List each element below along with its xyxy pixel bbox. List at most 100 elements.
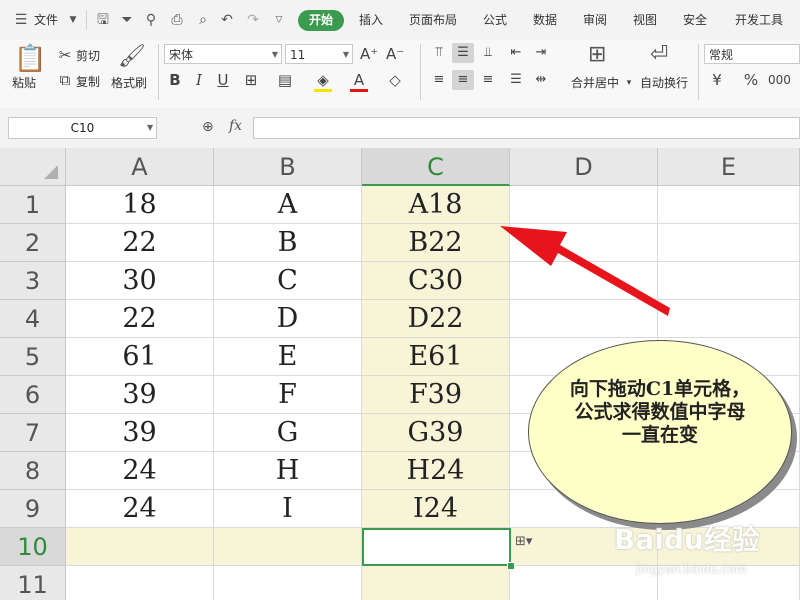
tab-start[interactable]: 开始 — [298, 10, 344, 31]
align-bottom-icon[interactable]: ⫫ — [477, 43, 499, 63]
redo-icon[interactable]: ↷ — [244, 11, 262, 29]
hamburger-icon[interactable]: ☰ — [12, 11, 30, 29]
cell-d2[interactable] — [510, 224, 658, 262]
font-name-select[interactable]: 宋体 ▼ — [164, 44, 282, 64]
wrap-text-icon[interactable]: ⏎ — [650, 42, 668, 67]
paste-button[interactable]: 粘贴 — [12, 74, 36, 91]
cell-a7[interactable]: 39 — [66, 414, 214, 452]
merge-cells-icon[interactable]: ⊞ — [588, 42, 606, 67]
bold-icon[interactable]: B — [166, 71, 184, 89]
thousands-separator-icon[interactable]: 000 — [768, 71, 791, 89]
font-size-select[interactable]: 11 ▼ — [285, 44, 353, 64]
row-header-3[interactable]: 3 — [0, 262, 66, 300]
percent-icon[interactable]: % — [742, 71, 760, 89]
cell-d3[interactable] — [510, 262, 658, 300]
cell-style-icon[interactable]: ▤ — [276, 71, 294, 89]
tab-formulas[interactable]: 公式 — [483, 10, 507, 30]
borders-icon[interactable]: ⊞ — [242, 71, 260, 89]
print-preview-icon[interactable]: ⌕ — [194, 11, 212, 29]
align-top-icon[interactable]: ⫪ — [428, 43, 450, 63]
active-cell-c10[interactable] — [362, 528, 511, 566]
row-header-2[interactable]: 2 — [0, 224, 66, 262]
decrease-indent-icon[interactable]: ⇤ — [505, 43, 527, 63]
cell-c7[interactable]: G39 — [362, 414, 510, 452]
cell-d4[interactable] — [510, 300, 658, 338]
cell-a9[interactable]: 24 — [66, 490, 214, 528]
cell-a5[interactable]: 61 — [66, 338, 214, 376]
select-all-corner[interactable] — [0, 148, 66, 186]
filter-icon[interactable]: ⏷ — [118, 11, 136, 29]
file-menu[interactable]: 文件 — [34, 10, 58, 30]
cell-c3[interactable]: C30 — [362, 262, 510, 300]
justify-icon[interactable]: ☰ — [505, 70, 527, 90]
tab-review[interactable]: 审阅 — [583, 10, 607, 30]
cell-a6[interactable]: 39 — [66, 376, 214, 414]
fill-color-icon[interactable]: ◈ — [314, 71, 332, 89]
wrap-text-button[interactable]: 自动换行 — [640, 74, 688, 91]
row-header-9[interactable]: 9 — [0, 490, 66, 528]
cell-e2[interactable] — [658, 224, 800, 262]
cell-c5[interactable]: E61 — [362, 338, 510, 376]
cell-b6[interactable]: F — [214, 376, 362, 414]
row-header-10[interactable]: 10 — [0, 528, 66, 566]
row-header-1[interactable]: 1 — [0, 186, 66, 224]
cell-c6[interactable]: F39 — [362, 376, 510, 414]
cell-c1[interactable]: A18 — [362, 186, 510, 224]
save-icon[interactable]: 🖫 — [94, 11, 112, 29]
cell-b3[interactable]: C — [214, 262, 362, 300]
zoom-icon[interactable]: ⊕ — [202, 119, 214, 135]
tab-data[interactable]: 数据 — [533, 10, 557, 30]
cell-a8[interactable]: 24 — [66, 452, 214, 490]
currency-icon[interactable]: ¥ — [708, 71, 726, 89]
cell-c9[interactable]: I24 — [362, 490, 510, 528]
underline-icon[interactable]: U — [214, 71, 232, 89]
cell-a10[interactable] — [66, 528, 214, 566]
tab-insert[interactable]: 插入 — [359, 10, 383, 30]
cell-b2[interactable]: B — [214, 224, 362, 262]
align-left-icon[interactable]: ≡ — [428, 70, 450, 90]
cell-b11[interactable] — [214, 566, 362, 600]
link-icon[interactable]: ⚲ — [142, 11, 160, 29]
cell-b1[interactable]: A — [214, 186, 362, 224]
insert-function-icon[interactable]: fx — [229, 118, 242, 134]
format-painter-button[interactable]: 格式刷 — [111, 74, 147, 91]
chevron-down-icon[interactable]: ▾ — [620, 74, 638, 92]
cell-d1[interactable] — [510, 186, 658, 224]
copy-icon[interactable]: ⧉ — [56, 71, 74, 89]
cell-c4[interactable]: D22 — [362, 300, 510, 338]
italic-icon[interactable]: I — [190, 71, 208, 89]
font-shrink-icon[interactable]: A⁻ — [386, 45, 404, 63]
print-icon[interactable]: ⎙ — [168, 11, 186, 29]
cell-b8[interactable]: H — [214, 452, 362, 490]
format-painter-icon[interactable]: 🖌 — [118, 44, 146, 69]
cell-a2[interactable]: 22 — [66, 224, 214, 262]
scissors-icon[interactable]: ✂ — [56, 46, 74, 64]
cell-b7[interactable]: G — [214, 414, 362, 452]
row-header-4[interactable]: 4 — [0, 300, 66, 338]
cell-a11[interactable] — [66, 566, 214, 600]
chevron-down-icon[interactable]: ▼ — [147, 117, 153, 139]
cell-b5[interactable]: E — [214, 338, 362, 376]
cell-a1[interactable]: 18 — [66, 186, 214, 224]
copy-button[interactable]: 复制 — [76, 73, 100, 90]
cell-c8[interactable]: H24 — [362, 452, 510, 490]
font-color-icon[interactable]: A — [350, 71, 368, 89]
quick-access-dropdown-icon[interactable]: ▽ — [270, 11, 288, 29]
fill-handle[interactable] — [507, 562, 515, 570]
cell-b10[interactable] — [214, 528, 362, 566]
chevron-down-icon[interactable]: ▼ — [64, 11, 82, 29]
tab-view[interactable]: 视图 — [633, 10, 657, 30]
cell-b4[interactable]: D — [214, 300, 362, 338]
tab-page-layout[interactable]: 页面布局 — [409, 10, 457, 30]
cell-e3[interactable] — [658, 262, 800, 300]
number-format-select[interactable]: 常规 — [704, 44, 800, 64]
undo-icon[interactable]: ↶ — [218, 11, 236, 29]
cut-button[interactable]: 剪切 — [76, 47, 100, 64]
align-middle-icon[interactable]: ☰ — [452, 43, 474, 63]
increase-indent-icon[interactable]: ⇥ — [530, 43, 552, 63]
cell-c2[interactable]: B22 — [362, 224, 510, 262]
paste-icon[interactable]: 📋 — [14, 44, 46, 74]
cell-e1[interactable] — [658, 186, 800, 224]
tab-security[interactable]: 安全 — [683, 10, 707, 30]
cell-b9[interactable]: I — [214, 490, 362, 528]
